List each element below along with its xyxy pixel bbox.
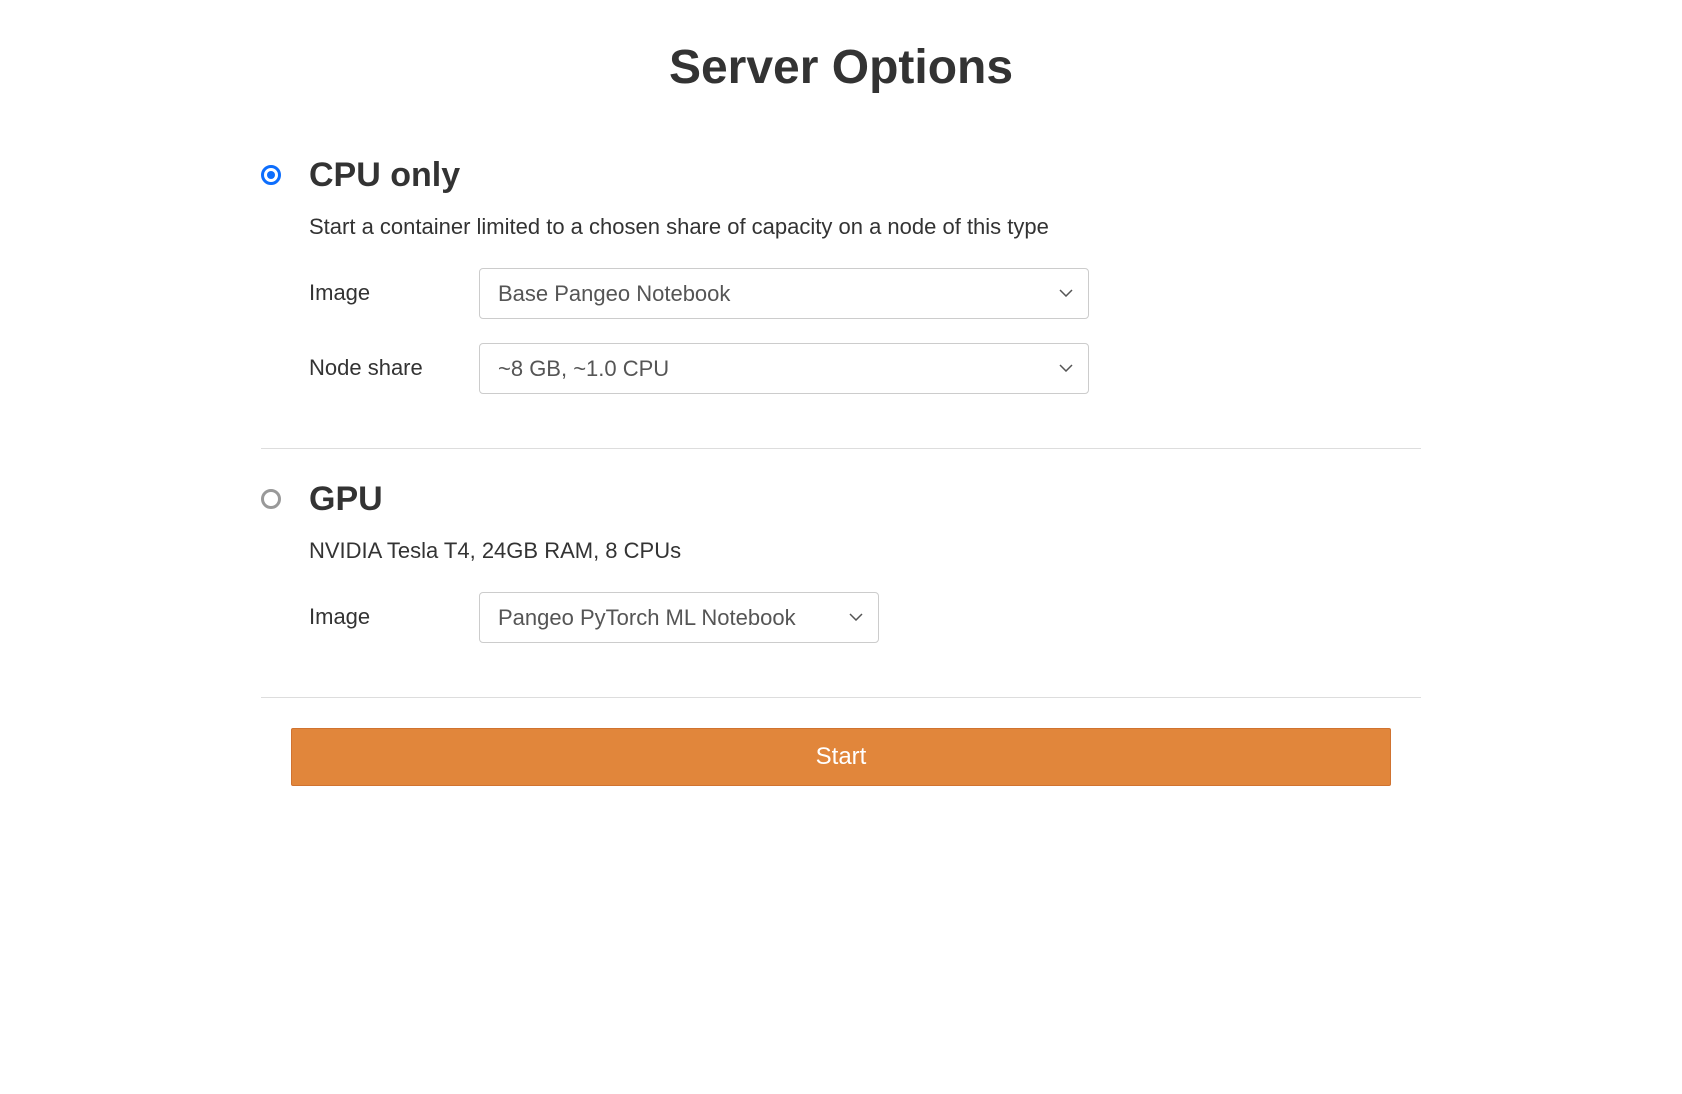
start-button[interactable]: Start <box>291 728 1391 786</box>
image-select[interactable]: Base Pangeo Notebook <box>479 268 1089 319</box>
image-select-gpu[interactable]: Pangeo PyTorch ML Notebook <box>479 592 879 643</box>
page-title: Server Options <box>261 40 1421 95</box>
profile-gpu: GPU NVIDIA Tesla T4, 24GB RAM, 8 CPUs Im… <box>261 479 1421 698</box>
radio-gpu[interactable] <box>261 489 281 509</box>
field-image: Image Base Pangeo Notebook <box>309 268 1421 319</box>
field-image: Image Pangeo PyTorch ML Notebook <box>309 592 1421 643</box>
radio-cpu-only[interactable] <box>261 165 281 185</box>
field-label: Image <box>309 280 479 306</box>
node-share-select[interactable]: ~8 GB, ~1.0 CPU <box>479 343 1089 394</box>
profile-cpu-only: CPU only Start a container limited to a … <box>261 155 1421 449</box>
profile-title: CPU only <box>309 155 1421 196</box>
profile-description: NVIDIA Tesla T4, 24GB RAM, 8 CPUs <box>309 538 1421 564</box>
field-label: Node share <box>309 355 479 381</box>
field-node-share: Node share ~8 GB, ~1.0 CPU <box>309 343 1421 394</box>
profile-title: GPU <box>309 479 1421 520</box>
profile-description: Start a container limited to a chosen sh… <box>309 214 1421 240</box>
field-label: Image <box>309 604 479 630</box>
